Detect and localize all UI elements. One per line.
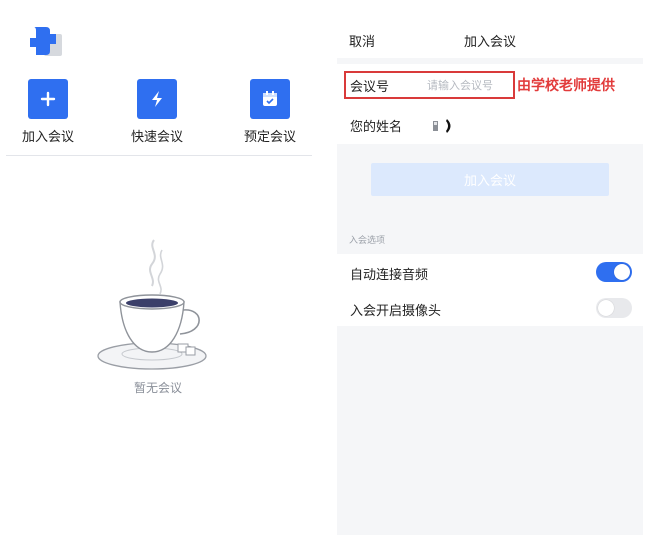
camera-toggle[interactable] [596, 298, 632, 318]
join-options: 自动连接音频 入会开启摄像头 [337, 254, 643, 326]
lightning-icon [137, 79, 177, 119]
join-meeting-label: 加入会议 [21, 130, 74, 145]
toggle-knob [614, 264, 630, 280]
page-title: 加入会议 [463, 35, 516, 50]
join-meeting-action[interactable]: 加入会议 [3, 79, 93, 145]
schedule-meeting-label: 预定会议 [243, 130, 296, 145]
name-row: 您的姓名 [337, 106, 643, 144]
auto-audio-label: 自动连接音频 [350, 268, 429, 283]
quick-meeting-label: 快速会议 [130, 130, 183, 145]
join-meeting-button[interactable]: 加入会议 [371, 163, 609, 196]
options-header: 入会选项 [349, 236, 386, 246]
auto-audio-toggle[interactable] [596, 262, 632, 282]
toggle-knob [598, 300, 614, 316]
divider [6, 155, 312, 156]
join-meeting-screen: 取消 加入会议 会议号 由学校老师提供 您的姓名 加入会议 入会选项 自动连接音… [337, 0, 643, 535]
calendar-icon [250, 79, 290, 119]
nav-bar: 取消 加入会议 [337, 0, 643, 58]
annotation-text: 由学校老师提供 [517, 78, 615, 94]
plus-icon [28, 79, 68, 119]
auto-audio-option: 自动连接音频 [337, 256, 643, 290]
camera-option: 入会开启摄像头 [337, 292, 643, 326]
coffee-cup-icon [97, 239, 207, 370]
name-label: 您的姓名 [350, 120, 403, 135]
camera-label: 入会开启摄像头 [350, 304, 442, 319]
join-form: 会议号 由学校老师提供 您的姓名 [337, 64, 643, 144]
meeting-id-row: 会议号 由学校老师提供 [337, 66, 643, 104]
redacted-name-icon[interactable] [433, 119, 455, 133]
empty-state-text: 暂无会议 [133, 381, 182, 395]
app-logo-icon [30, 27, 62, 56]
schedule-meeting-action[interactable]: 预定会议 [225, 79, 315, 145]
home-screen: 加入会议 快速会议 预定会议 暂无会议 [0, 0, 316, 535]
quick-meeting-action[interactable]: 快速会议 [112, 79, 202, 145]
highlight-box [344, 71, 515, 99]
